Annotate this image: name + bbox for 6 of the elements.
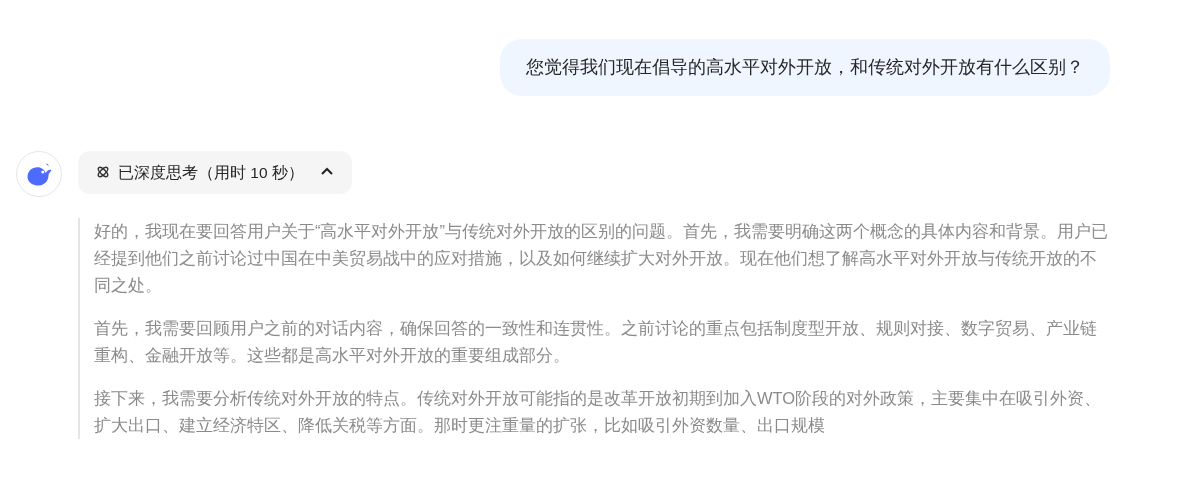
atom-icon: [96, 165, 110, 180]
thinking-paragraph: 首先，我需要回顾用户之前的对话内容，确保回答的一致性和连贯性。之前讨论的重点包括制度型开放、规则对接、数字贸易、产业链重构、金融开放等。这些都是高水平对外开放的重要组成部分。: [94, 318, 1098, 367]
thinking-toggle[interactable]: 已深度思考（用时 10 秒）: [78, 150, 352, 195]
thinking-paragraph: 接下来，我需要分析传统对外开放的特点。传统对外开放可能指的是改革开放初期到加入WTO阶段的对外政策，主要集中在吸引外资、扩大出口、建立经济特区、降低关税等方面。那时更注重量的扩张，比如吸引外资数量、出口规模: [94, 388, 1103, 437]
thinking-paragraph: 好的，我现在要回答用户关于“高水平对外开放”与传统对外开放的区别的问题。首先，我需要明确这两个概念的具体内容和背景。用户已经提到他们之前讨论过中国在中美贸易战中的应对措施，以及如何继续扩大对外开放。现在他们想了解高水平对外开放与传统开放的不同之处。: [94, 221, 1109, 297]
user-message: 您觉得我们现在倡导的高水平对外开放，和传统对外开放有什么区别？: [500, 39, 1110, 96]
